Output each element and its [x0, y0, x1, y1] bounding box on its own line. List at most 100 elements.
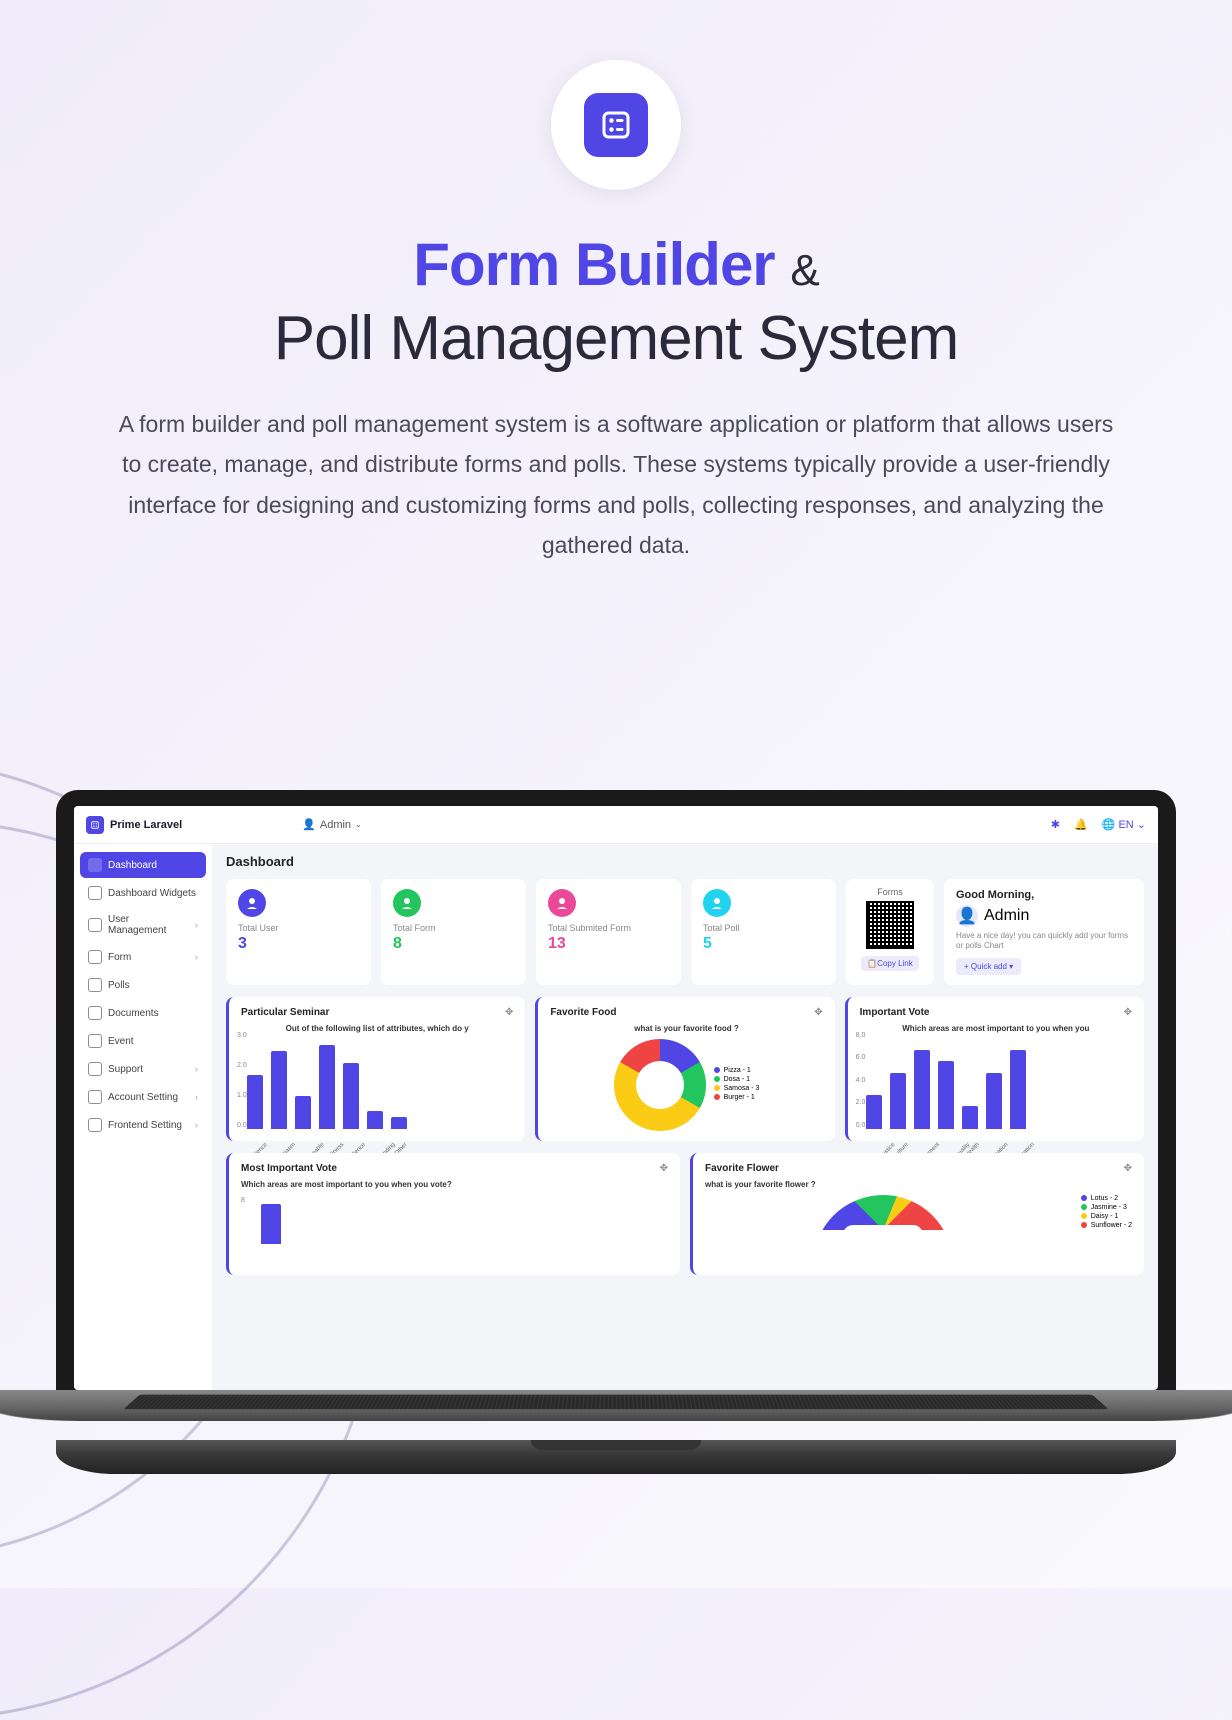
bar: Understanding	[367, 1111, 383, 1129]
topbar: Prime Laravel 👤 Admin ⌄ ✱ 🔔 🌐 EN ⌄	[74, 806, 1158, 844]
bar: Resilience	[343, 1063, 359, 1129]
language-dropdown[interactable]: 🌐 EN ⌄	[1102, 818, 1146, 831]
greeting-card: Good Morning,👤AdminHave a nice day! you …	[944, 879, 1144, 985]
sidebar-item-label: Event	[108, 1036, 134, 1047]
menu-icon	[88, 1062, 102, 1076]
move-icon[interactable]: ✥	[505, 1007, 513, 1018]
bar-chart: 0.02.04.06.08.0crime & JusticeCultureEnv…	[860, 1039, 1132, 1129]
sidebar-item-dashboard[interactable]: Dashboard	[80, 852, 206, 878]
bar-chart: 0.01.02.03.0PatienceEnthusiasmKnowledgea…	[241, 1039, 513, 1129]
bar: Enthusiasm	[271, 1051, 287, 1129]
menu-icon	[88, 950, 102, 964]
legend-dot	[714, 1076, 720, 1082]
forms-title: Forms	[854, 887, 926, 897]
forms-qr-card: Forms 📋Copy Link	[846, 879, 934, 985]
sidebar-item-support[interactable]: Support›	[80, 1056, 206, 1082]
sidebar-item-form[interactable]: Form›	[80, 944, 206, 970]
greeting-title: Good Morning,	[956, 889, 1132, 901]
menu-icon	[88, 1006, 102, 1020]
qr-code	[866, 901, 914, 949]
bar: Patience	[247, 1075, 263, 1129]
heading-sub: Poll Management System	[90, 303, 1142, 374]
stat-value: 13	[548, 935, 669, 953]
bar: Health	[962, 1106, 978, 1129]
bar: Family & Equality	[938, 1061, 954, 1129]
chart-subtitle: what is your favorite flower ?	[705, 1180, 1132, 1189]
copy-link-button[interactable]: 📋Copy Link	[861, 956, 919, 971]
theme-icon[interactable]: ✱	[1051, 818, 1060, 831]
menu-icon	[88, 1118, 102, 1132]
chart-seminar: Particular Seminar ✥ Out of the followin…	[226, 997, 525, 1141]
legend: Pizza - 1Dosa - 1Samosa - 3Burger - 1	[714, 1067, 760, 1103]
stat-label: Total User	[238, 923, 359, 933]
move-icon[interactable]: ✥	[1124, 1163, 1132, 1174]
legend-item: Samosa - 3	[714, 1085, 760, 1092]
chart-title: Favorite Food	[550, 1007, 616, 1018]
sidebar-item-label: Dashboard	[108, 860, 157, 871]
hero-section: Form Builder & Poll Management System A …	[0, 0, 1232, 605]
move-icon[interactable]: ✥	[814, 1007, 822, 1018]
sidebar-item-polls[interactable]: Polls	[80, 972, 206, 998]
legend-item: Dosa - 1	[714, 1076, 760, 1083]
chevron-right-icon: ›	[195, 920, 198, 930]
bar: crime & Justice	[866, 1095, 882, 1129]
menu-icon	[88, 978, 102, 992]
logo-circle	[551, 60, 681, 190]
legend-dot	[714, 1085, 720, 1091]
legend-label: Lotus - 2	[1091, 1195, 1118, 1202]
sidebar-item-event[interactable]: Event	[80, 1028, 206, 1054]
bell-icon[interactable]: 🔔	[1074, 818, 1088, 831]
stat-label: Total Form	[393, 923, 514, 933]
sidebar-item-label: Frontend Setting	[108, 1120, 182, 1131]
sidebar-item-account-setting[interactable]: Account Setting›	[80, 1084, 206, 1110]
menu-icon	[88, 1034, 102, 1048]
legend-item: Jasmine - 3	[1081, 1204, 1132, 1211]
sidebar-item-frontend-setting[interactable]: Frontend Setting›	[80, 1112, 206, 1138]
bar: Friendliness	[319, 1045, 335, 1129]
stats-row: Total User3Total Form8Total Submited For…	[226, 879, 1144, 985]
brand-text: Prime Laravel	[110, 819, 182, 831]
move-icon[interactable]: ✥	[660, 1163, 668, 1174]
legend-label: Sunflower - 2	[1091, 1222, 1132, 1229]
sidebar-item-label: Documents	[108, 1008, 159, 1019]
sidebar-item-dashboard-widgets[interactable]: Dashboard Widgets	[80, 880, 206, 906]
page-title: Dashboard	[226, 854, 1144, 869]
chart-most-vote: Most Important Vote ✥ Which areas are mo…	[226, 1153, 680, 1275]
legend-item: Pizza - 1	[714, 1067, 760, 1074]
donut-chart	[614, 1039, 706, 1131]
chevron-right-icon: ›	[195, 952, 198, 962]
move-icon[interactable]: ✥	[1124, 1007, 1132, 1018]
legend-item: Daisy - 1	[1081, 1213, 1132, 1220]
brand[interactable]: Prime Laravel	[86, 816, 182, 834]
quick-add-button[interactable]: + Quick add ▾	[956, 958, 1021, 975]
main-content: Dashboard Total User3Total Form8Total Su…	[212, 844, 1158, 1390]
hero-description: A form builder and poll management syste…	[116, 404, 1116, 565]
chart-flower: Favorite Flower ✥ what is your favorite …	[690, 1153, 1144, 1275]
chart-subtitle: Which areas are most important to you wh…	[241, 1180, 668, 1189]
stat-card: Total Poll5	[691, 879, 836, 985]
legend-dot	[1081, 1195, 1087, 1201]
legend-label: Jasmine - 3	[1091, 1204, 1127, 1211]
sidebar-item-user-management[interactable]: User Management›	[80, 908, 206, 942]
legend-item: Sunflower - 2	[1081, 1222, 1132, 1229]
chart-food: Favorite Food ✥ what is your favorite fo…	[535, 997, 834, 1141]
greeting-message: Have a nice day! you can quickly add you…	[956, 931, 1132, 952]
topbar-user-dropdown[interactable]: 👤 Admin ⌄	[302, 818, 362, 831]
bar: Culture	[890, 1073, 906, 1129]
legend-dot	[1081, 1204, 1087, 1210]
chevron-right-icon: ›	[195, 1064, 198, 1074]
chart-title: Important Vote	[860, 1007, 930, 1018]
stat-icon	[548, 889, 576, 917]
stat-icon	[393, 889, 421, 917]
sidebar-item-label: Account Setting	[108, 1092, 178, 1103]
legend-dot	[714, 1067, 720, 1073]
stat-icon	[703, 889, 731, 917]
chart-subtitle: Which areas are most important to you wh…	[860, 1024, 1132, 1033]
logo-icon	[584, 93, 648, 157]
legend-item: Lotus - 2	[1081, 1195, 1132, 1202]
stat-value: 3	[238, 935, 359, 953]
sidebar-item-documents[interactable]: Documents	[80, 1000, 206, 1026]
bar: Environment	[914, 1050, 930, 1129]
avatar-icon: 👤	[956, 905, 978, 927]
brand-icon	[86, 816, 104, 834]
